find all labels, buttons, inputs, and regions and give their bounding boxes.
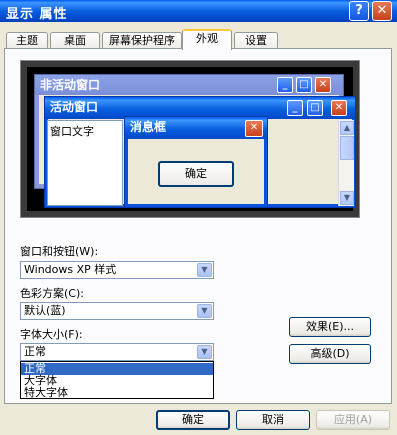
window-text: 窗口文字 xyxy=(50,125,94,138)
color-scheme-value: 默认(蓝) xyxy=(24,304,66,317)
window-style-value: Windows XP 样式 xyxy=(24,263,117,276)
advanced-button[interactable]: 高级(D) xyxy=(289,344,371,364)
tab-screensaver[interactable]: 屏幕保护程序 xyxy=(102,32,182,49)
font-option-extra-large[interactable]: 特大字体 xyxy=(21,387,213,399)
active-window-title: 活动窗口 xyxy=(50,100,99,114)
font-size-label: 字体大小(F): xyxy=(20,328,83,341)
inactive-window-title: 非活动窗口 xyxy=(40,78,101,92)
preview-scrollbar: ▲ ▼ xyxy=(338,120,354,206)
chevron-down-icon[interactable]: ▼ xyxy=(197,304,212,318)
color-scheme-select[interactable]: 默认(蓝) ▼ xyxy=(20,302,214,320)
cancel-button[interactable]: 取消 xyxy=(236,410,310,430)
window-title: 显示 属性 xyxy=(6,7,68,22)
chevron-down-icon[interactable]: ▼ xyxy=(197,345,212,359)
close-icon: ✕ xyxy=(245,120,263,137)
scroll-down-icon: ▼ xyxy=(340,191,354,205)
maximize-icon: □ xyxy=(307,100,323,116)
color-scheme-label: 色彩方案(C): xyxy=(20,287,84,300)
apply-button[interactable]: 应用(A) xyxy=(316,410,390,430)
close-icon: ✕ xyxy=(315,77,331,93)
window-style-select[interactable]: Windows XP 样式 ▼ xyxy=(20,261,214,279)
close-button[interactable]: ✕ xyxy=(372,1,392,21)
font-size-value: 正常 xyxy=(24,345,46,358)
close-icon: ✕ xyxy=(331,100,347,116)
style-label: 窗口和按钮(W): xyxy=(20,245,99,258)
font-size-select[interactable]: 正常 ▼ xyxy=(20,343,214,361)
tab-desktop[interactable]: 桌面 xyxy=(50,32,100,49)
tab-appearance[interactable]: 外观 xyxy=(182,29,232,50)
effects-button[interactable]: 效果(E)... xyxy=(289,317,371,337)
preview-window-text-area: 窗口文字 xyxy=(47,120,123,206)
tab-settings[interactable]: 设置 xyxy=(234,32,278,49)
scroll-up-icon: ▲ xyxy=(340,121,354,135)
maximize-icon: □ xyxy=(296,77,312,93)
title-bar: 显示 属性 ? ✕ xyxy=(0,0,397,22)
minimize-icon: _ xyxy=(287,100,303,116)
chevron-down-icon[interactable]: ▼ xyxy=(197,263,212,277)
message-box-title: 消息框 xyxy=(130,120,167,134)
font-size-dropdown[interactable]: 正常 大字体 特大字体 xyxy=(20,361,214,399)
tab-themes[interactable]: 主题 xyxy=(6,32,48,49)
scroll-thumb xyxy=(340,136,354,160)
preview-ok-button: 确定 xyxy=(158,161,234,187)
ok-button[interactable]: 确定 xyxy=(156,410,230,430)
minimize-icon: _ xyxy=(277,77,293,93)
help-button[interactable]: ? xyxy=(349,1,369,21)
